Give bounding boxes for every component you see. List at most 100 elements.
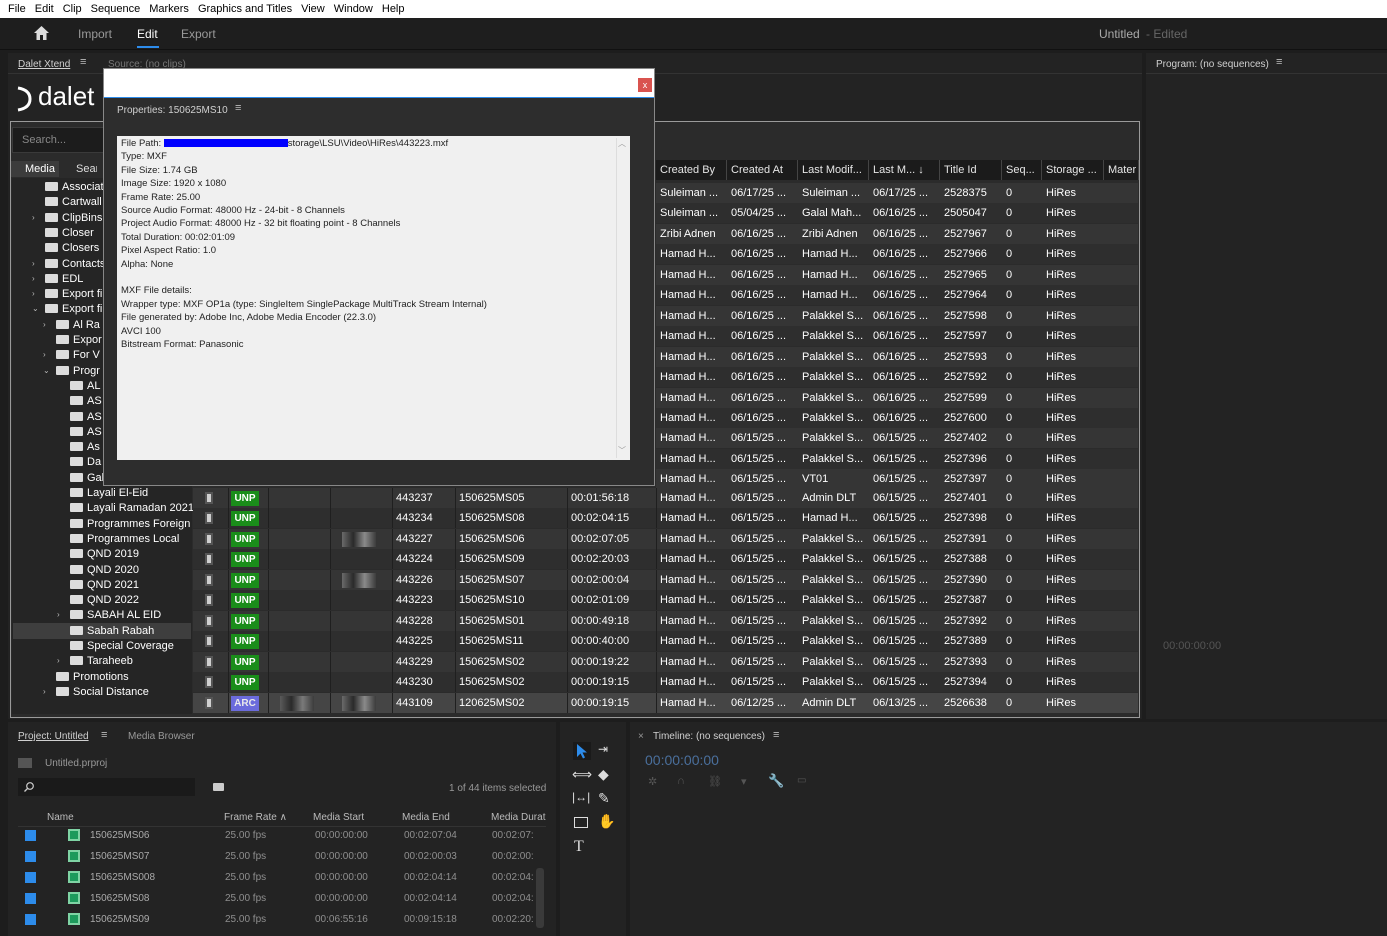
expand-arrow-icon[interactable]: ›: [43, 687, 46, 696]
column-header[interactable]: Title Id: [940, 160, 1002, 180]
project-tab[interactable]: Project: Untitled: [18, 731, 89, 742]
project-column-header[interactable]: Frame Rate ∧: [224, 812, 287, 823]
magnet-icon[interactable]: ∩: [677, 775, 685, 787]
panel-menu-icon[interactable]: ≡: [80, 56, 86, 68]
tree-item[interactable]: QND 2020: [70, 563, 139, 578]
menu-item-clip[interactable]: Clip: [63, 3, 82, 15]
slip-tool-icon[interactable]: |↔|: [572, 790, 590, 804]
tree-item[interactable]: AL: [70, 379, 100, 394]
ripple-edit-icon[interactable]: ⟺: [572, 766, 592, 783]
tree-item[interactable]: Closers: [45, 241, 99, 256]
tree-item[interactable]: Export fi: [45, 287, 102, 302]
tree-item[interactable]: Programmes Foreign: [70, 517, 190, 532]
tree-item[interactable]: As: [70, 440, 100, 455]
tree-item[interactable]: Cartwall: [45, 195, 102, 210]
clip-name[interactable]: 150625MS06: [90, 830, 150, 841]
project-column-header[interactable]: Media End: [402, 812, 450, 823]
expand-arrow-icon[interactable]: ›: [32, 213, 35, 222]
menu-item-sequence[interactable]: Sequence: [91, 3, 141, 15]
media-browser-tab[interactable]: Media Browser: [128, 731, 195, 742]
project-menu-icon[interactable]: ≡: [101, 729, 107, 741]
tree-item[interactable]: Da: [70, 455, 101, 470]
tree-item[interactable]: Contacts: [45, 257, 105, 272]
captions-icon[interactable]: ▭: [797, 775, 806, 786]
tree-item[interactable]: Programmes Local: [70, 532, 179, 547]
tree-item[interactable]: EDL: [45, 272, 83, 287]
menu-item-file[interactable]: File: [8, 3, 26, 15]
project-search-input[interactable]: [18, 778, 195, 796]
expand-arrow-icon[interactable]: ⌄: [43, 366, 50, 375]
selection-tool-icon[interactable]: [573, 742, 591, 760]
scrollbar[interactable]: ︿ ﹀: [616, 138, 627, 458]
column-header[interactable]: Storage ...: [1042, 160, 1104, 180]
tab-export[interactable]: Export: [181, 27, 216, 41]
expand-arrow-icon[interactable]: ›: [32, 289, 35, 298]
expand-arrow-icon[interactable]: ›: [43, 350, 46, 359]
close-icon[interactable]: x: [638, 78, 652, 92]
column-header[interactable]: Mater: [1104, 160, 1139, 180]
menu-item-window[interactable]: Window: [334, 3, 373, 15]
dalet-tab[interactable]: Dalet Xtend: [18, 59, 70, 70]
program-menu-icon[interactable]: ≡: [1276, 56, 1282, 68]
expand-arrow-icon[interactable]: ›: [57, 610, 60, 619]
clip-name[interactable]: 150625MS08: [90, 893, 150, 904]
linked-selection-icon[interactable]: ⛓: [708, 775, 722, 788]
tree-item[interactable]: AS: [70, 410, 102, 425]
tree-item[interactable]: QND 2022: [70, 593, 139, 608]
marker-icon[interactable]: ▾: [741, 775, 747, 788]
scroll-down-icon[interactable]: ﹀: [618, 445, 626, 456]
expand-arrow-icon[interactable]: ⌄: [32, 304, 39, 313]
tree-item[interactable]: Expor: [56, 333, 102, 348]
project-column-header[interactable]: Media Durat: [491, 812, 545, 823]
tree-item[interactable]: SABAH AL EID: [70, 608, 161, 623]
expand-arrow-icon[interactable]: ›: [32, 259, 35, 268]
expand-arrow-icon[interactable]: ›: [57, 656, 60, 665]
column-header[interactable]: Last Modif...: [798, 160, 869, 180]
tree-item[interactable]: ClipBins: [45, 211, 102, 226]
new-bin-icon[interactable]: [213, 783, 224, 791]
close-icon[interactable]: ×: [638, 731, 644, 742]
snap-icon[interactable]: ✲: [648, 775, 657, 788]
timeline-menu-icon[interactable]: ≡: [773, 729, 779, 741]
project-column-header[interactable]: Media Start: [313, 812, 364, 823]
type-tool-icon[interactable]: T: [574, 838, 584, 856]
track-select-icon[interactable]: ⇥: [598, 742, 608, 756]
expand-arrow-icon[interactable]: ›: [43, 320, 46, 329]
tree-item[interactable]: AS: [70, 425, 102, 440]
column-header[interactable]: Last M... ↓: [869, 160, 940, 180]
project-scrollbar[interactable]: [536, 868, 544, 928]
tree-item[interactable]: Export fi: [45, 302, 102, 317]
tree-item[interactable]: Sabah Rabah: [70, 624, 154, 639]
menu-item-view[interactable]: View: [301, 3, 325, 15]
project-column-header[interactable]: Name: [47, 812, 74, 823]
tree-item[interactable]: Promotions: [56, 670, 129, 685]
menu-item-graphics-and-titles[interactable]: Graphics and Titles: [198, 3, 292, 15]
clip-name[interactable]: 150625MS07: [90, 851, 150, 862]
tree-item[interactable]: Taraheeb: [70, 654, 133, 669]
menu-item-help[interactable]: Help: [382, 3, 405, 15]
column-header[interactable]: Created By: [656, 160, 727, 180]
tree-item[interactable]: QND 2019: [70, 547, 139, 562]
tree-item[interactable]: Progr: [56, 364, 100, 379]
menu-item-edit[interactable]: Edit: [35, 3, 54, 15]
tree-item[interactable]: Special Coverage: [70, 639, 174, 654]
tree-item[interactable]: AS: [70, 394, 102, 409]
clip-name[interactable]: 150625MS09: [90, 914, 150, 925]
column-header[interactable]: Seq...: [1002, 160, 1042, 180]
column-header[interactable]: Created At: [727, 160, 798, 180]
tab-edit[interactable]: Edit: [137, 27, 158, 41]
clip-name[interactable]: 150625MS008: [90, 872, 155, 883]
tab-search[interactable]: Searc: [61, 161, 97, 177]
pen-icon[interactable]: ✎: [598, 790, 610, 807]
scroll-up-icon[interactable]: ︿: [618, 138, 626, 149]
dialog-titlebar[interactable]: x: [104, 69, 654, 97]
tab-media[interactable]: Media: [11, 161, 59, 177]
dialog-menu-icon[interactable]: ≡: [235, 102, 241, 114]
tree-item[interactable]: Al Ra: [56, 318, 100, 333]
tab-import[interactable]: Import: [78, 27, 112, 41]
razor-icon[interactable]: ◆: [598, 766, 609, 783]
home-icon[interactable]: [34, 26, 49, 40]
tree-item[interactable]: Associat: [45, 180, 104, 195]
tree-item[interactable]: QND 2021: [70, 578, 139, 593]
hand-icon[interactable]: ✋: [598, 813, 615, 830]
